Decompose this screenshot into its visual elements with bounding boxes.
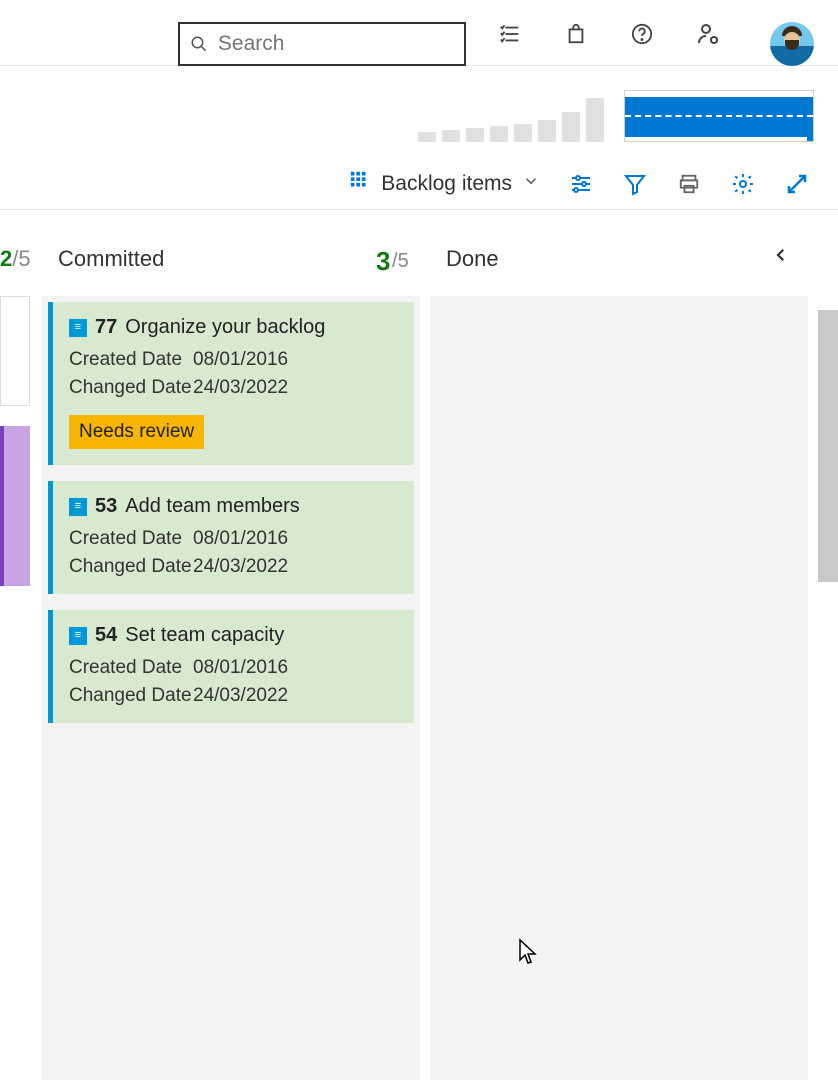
tag[interactable]: Needs review (69, 415, 204, 449)
velocity-bar (442, 130, 460, 142)
search-input[interactable] (218, 32, 454, 56)
done-column-body (430, 296, 808, 1080)
prev-count: 2 (0, 246, 12, 271)
done-column-header[interactable]: Done (446, 246, 499, 272)
changed-label: Changed Date (69, 556, 193, 578)
card-cutoff[interactable] (0, 426, 30, 586)
changed-date: 24/03/2022 (193, 377, 288, 399)
work-item-title: Organize your backlog (125, 316, 325, 339)
prev-column-count: 2/5 (0, 246, 31, 272)
created-label: Created Date (69, 657, 193, 679)
work-item-id: 77 (95, 316, 117, 339)
work-item-card[interactable]: ≡ 77 Organize your backlog Created Date0… (48, 302, 414, 465)
filter-icon[interactable] (622, 171, 648, 197)
burndown-chart[interactable] (624, 90, 814, 142)
checklist-icon[interactable] (498, 22, 522, 46)
work-item-title: Set team capacity (125, 624, 284, 647)
created-label: Created Date (69, 528, 193, 550)
done-label: Done (446, 246, 499, 271)
changed-date: 24/03/2022 (193, 556, 288, 578)
work-item-type-icon: ≡ (69, 319, 87, 337)
velocity-bar (490, 126, 508, 142)
committed-column-header[interactable]: Committed 3 /5 (58, 246, 164, 272)
created-date: 08/01/2016 (193, 528, 288, 550)
cursor-icon (518, 938, 538, 966)
bag-icon[interactable] (564, 22, 588, 46)
top-icons (498, 22, 720, 46)
board-toolbar: Backlog items (0, 158, 838, 210)
collapse-column-icon[interactable] (772, 246, 790, 269)
help-icon[interactable] (630, 22, 654, 46)
changed-date: 24/03/2022 (193, 685, 288, 707)
velocity-bar (466, 128, 484, 142)
board: ≡ 77 Organize your backlog Created Date0… (0, 296, 838, 1080)
grid-icon (349, 170, 371, 198)
work-item-type-icon: ≡ (69, 627, 87, 645)
work-item-type-icon: ≡ (69, 498, 87, 516)
gear-icon[interactable] (730, 171, 756, 197)
chevron-down-icon (522, 172, 540, 196)
velocity-bar (586, 98, 604, 142)
work-item-title: Add team members (125, 495, 300, 518)
work-item-id: 54 (95, 624, 117, 647)
topbar (0, 8, 838, 66)
velocity-chart[interactable] (418, 90, 814, 142)
print-icon[interactable] (676, 171, 702, 197)
committed-count: 3 (376, 246, 390, 277)
search-icon (190, 34, 208, 54)
work-item-card[interactable]: ≡ 54 Set team capacity Created Date08/01… (48, 610, 414, 723)
committed-max: /5 (392, 250, 409, 273)
prev-max: /5 (12, 246, 30, 271)
scrollbar[interactable] (818, 310, 838, 582)
velocity-bar (562, 112, 580, 142)
created-date: 08/01/2016 (193, 657, 288, 679)
avatar[interactable] (770, 22, 814, 66)
created-date: 08/01/2016 (193, 349, 288, 371)
changed-label: Changed Date (69, 685, 193, 707)
card-cutoff[interactable] (0, 296, 30, 406)
changed-label: Changed Date (69, 377, 193, 399)
work-item-card[interactable]: ≡ 53 Add team members Created Date08/01/… (48, 481, 414, 594)
committed-column-body: ≡ 77 Organize your backlog Created Date0… (42, 296, 420, 1080)
user-settings-icon[interactable] (696, 22, 720, 46)
search-box[interactable] (178, 22, 466, 66)
velocity-bar (514, 124, 532, 142)
velocity-bar (538, 120, 556, 142)
backlog-level-label: Backlog items (381, 172, 512, 196)
velocity-bar (418, 132, 436, 142)
work-item-id: 53 (95, 495, 117, 518)
settings-sliders-icon[interactable] (568, 171, 594, 197)
created-label: Created Date (69, 349, 193, 371)
committed-label: Committed (58, 246, 164, 271)
backlog-level-selector[interactable]: Backlog items (349, 170, 540, 198)
fullscreen-icon[interactable] (784, 171, 810, 197)
